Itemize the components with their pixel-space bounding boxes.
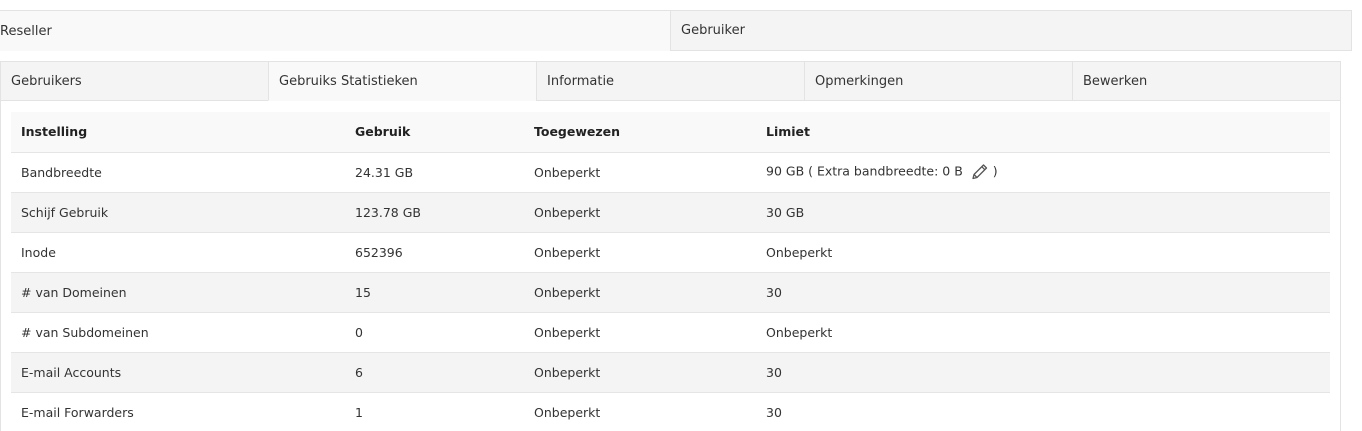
cell-allocated: Onbeperkt — [524, 312, 756, 353]
stats-panel: Gebruikers Gebruiks Statistieken Informa… — [0, 61, 1341, 431]
pencil-icon[interactable] — [969, 163, 989, 181]
tab-gebruikers[interactable]: Gebruikers — [0, 61, 269, 101]
cell-allocated: Onbeperkt — [524, 192, 756, 233]
tab-gebruiker-label: Gebruiker — [681, 23, 745, 38]
cell-usage: 24.31 GB — [345, 152, 524, 193]
cell-limit: Onbeperkt — [756, 312, 1330, 353]
sub-tab-bar: Gebruikers Gebruiks Statistieken Informa… — [0, 61, 1341, 101]
bandwidth-limit-text: 90 GB ( Extra bandbreedte: 0 B — [766, 163, 963, 179]
table-row: # van Domeinen 15 Onbeperkt 30 — [11, 272, 1330, 313]
table-row: # van Subdomeinen 0 Onbeperkt Onbeperkt — [11, 312, 1330, 353]
user-stats-page: Reseller Gebruiker Gebruikers Gebruiks S… — [0, 0, 1362, 431]
bandwidth-limit-suffix: ) — [992, 163, 998, 179]
table-row: Inode 652396 Onbeperkt Onbeperkt — [11, 232, 1330, 273]
cell-limit: 30 GB — [756, 192, 1330, 233]
tab-reseller-label: Reseller — [0, 23, 52, 39]
table-row: E-mail Accounts 6 Onbeperkt 30 — [11, 352, 1330, 393]
cell-limit: Onbeperkt — [756, 232, 1330, 273]
cell-allocated: Onbeperkt — [524, 232, 756, 273]
tab-gebruiks-statistieken-label: Gebruiks Statistieken — [279, 73, 418, 89]
cell-limit: 30 — [756, 272, 1330, 313]
tab-informatie[interactable]: Informatie — [536, 61, 805, 101]
cell-setting: Inode — [11, 232, 345, 273]
cell-setting: E-mail Accounts — [11, 352, 345, 393]
tab-reseller[interactable]: Reseller — [0, 11, 670, 51]
cell-usage: 1 — [345, 392, 524, 431]
cell-usage: 123.78 GB — [345, 192, 524, 233]
table-row: E-mail Forwarders 1 Onbeperkt 30 — [11, 392, 1330, 431]
cell-limit: 30 — [756, 392, 1330, 431]
cell-allocated: Onbeperkt — [524, 352, 756, 393]
cell-usage: 15 — [345, 272, 524, 313]
header-gebruik: Gebruik — [345, 112, 524, 153]
cell-setting: # van Subdomeinen — [11, 312, 345, 353]
table-row: Schijf Gebruik 123.78 GB Onbeperkt 30 GB — [11, 192, 1330, 233]
tab-informatie-label: Informatie — [547, 73, 615, 89]
cell-allocated: Onbeperkt — [524, 392, 756, 431]
cell-setting: # van Domeinen — [11, 272, 345, 313]
top-tab-bar: Reseller Gebruiker — [0, 10, 1352, 51]
tab-gebruikers-label: Gebruikers — [11, 73, 82, 89]
cell-allocated: Onbeperkt — [524, 152, 756, 193]
cell-setting: E-mail Forwarders — [11, 392, 345, 431]
cell-limit: 90 GB ( Extra bandbreedte: 0 B) — [756, 152, 1330, 193]
table-header-row: Instelling Gebruik Toegewezen Limiet — [11, 112, 1330, 153]
header-toegewezen: Toegewezen — [524, 112, 756, 153]
tab-bewerken-label: Bewerken — [1083, 73, 1148, 89]
cell-setting: Schijf Gebruik — [11, 192, 345, 233]
tab-opmerkingen-label: Opmerkingen — [815, 73, 904, 89]
tab-gebruiks-statistieken[interactable]: Gebruiks Statistieken — [268, 61, 537, 101]
tab-opmerkingen[interactable]: Opmerkingen — [804, 61, 1073, 101]
tab-gebruiker[interactable]: Gebruiker — [670, 11, 1352, 51]
cell-usage: 0 — [345, 312, 524, 353]
cell-limit: 30 — [756, 352, 1330, 393]
header-limiet: Limiet — [756, 112, 1330, 153]
cell-allocated: Onbeperkt — [524, 272, 756, 313]
usage-stats-table: Instelling Gebruik Toegewezen Limiet Ban… — [11, 112, 1330, 431]
header-instelling: Instelling — [11, 112, 345, 153]
cell-usage: 6 — [345, 352, 524, 393]
table-row: Bandbreedte 24.31 GB Onbeperkt 90 GB ( E… — [11, 152, 1330, 193]
tab-bewerken[interactable]: Bewerken — [1072, 61, 1341, 101]
cell-setting: Bandbreedte — [11, 152, 345, 193]
cell-usage: 652396 — [345, 232, 524, 273]
